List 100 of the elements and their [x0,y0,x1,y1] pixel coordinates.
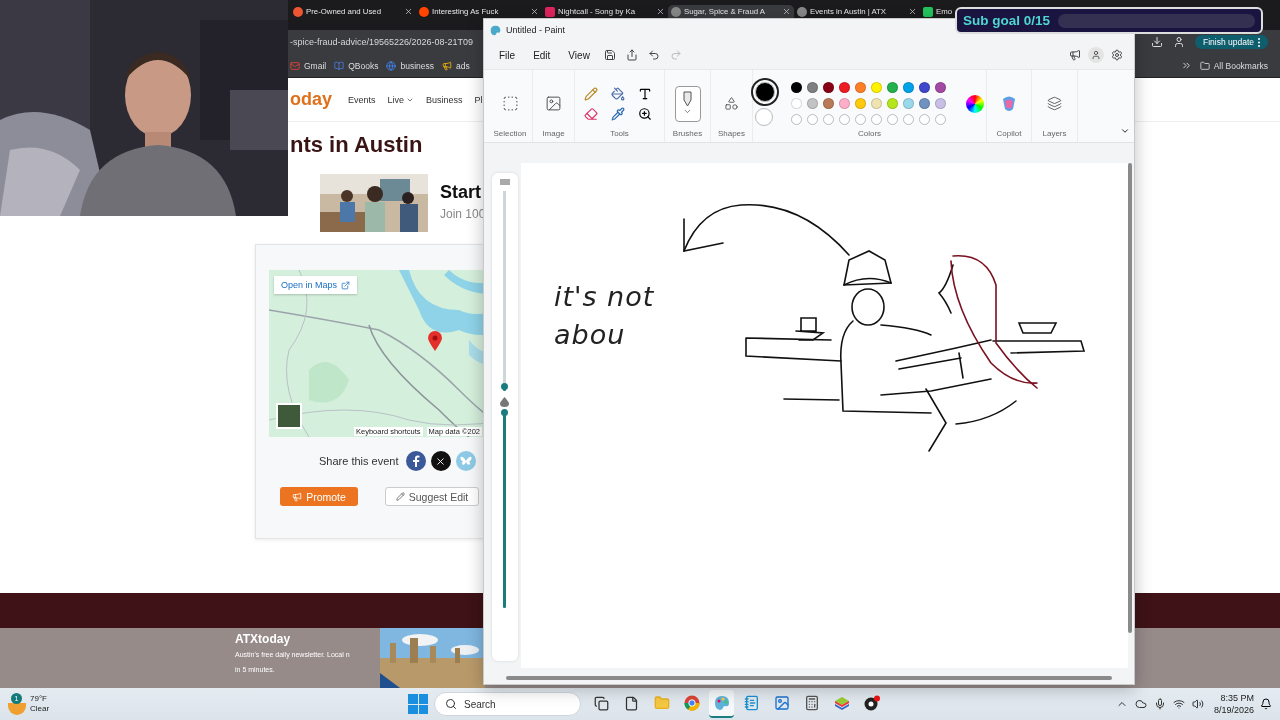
photos-icon [773,695,790,711]
custom-color-slot[interactable] [823,114,834,125]
custom-color-slot[interactable] [887,114,898,125]
custom-color-slot[interactable] [807,114,818,125]
custom-color-slot[interactable] [791,114,802,125]
color-swatch[interactable] [839,82,850,93]
search-field[interactable]: Search [434,692,581,716]
menu-item[interactable]: File [492,46,523,64]
close-icon[interactable] [908,7,917,16]
url-text[interactable]: -spice-fraud-advice/19565226/2026-08-21T09 [290,37,474,47]
group-label: Tools [610,129,629,138]
facebook-button[interactable] [405,451,426,471]
cloud-icon[interactable] [1134,698,1147,710]
x-button[interactable] [430,451,451,471]
x-icon [435,455,446,467]
zoom-icon[interactable] [637,106,652,121]
nav-link[interactable]: Live [387,94,415,105]
color-swatch[interactable] [871,82,882,93]
stack-icon [833,695,850,711]
current-color-swatch[interactable] [755,107,773,126]
nav-link[interactable]: Pl [474,94,483,105]
goal-label: Sub goal 0/15 [963,13,1051,28]
color-swatch[interactable] [935,82,946,93]
custom-color-slot[interactable] [919,114,930,125]
pipette-icon[interactable] [610,106,625,121]
bookmark-link[interactable]: QBooks [334,60,379,71]
color-swatch[interactable] [903,82,914,93]
update-button[interactable]: Finish update [1194,35,1268,49]
close-icon[interactable] [530,7,539,16]
clock-time[interactable]: 8:35 PM [1220,692,1254,704]
wifi-icon[interactable] [1172,698,1185,710]
color-swatch[interactable] [919,98,930,109]
satellite-toggle[interactable] [276,403,302,429]
pencil-icon [395,492,405,501]
document-icon [624,695,639,711]
download-icon[interactable] [1150,36,1163,48]
custom-color-slot[interactable] [903,114,914,125]
favicon-icon [671,6,681,17]
eraser-icon[interactable] [583,106,598,121]
slider-thumb[interactable] [501,383,509,390]
brush-button[interactable] [674,85,701,122]
text-tool-icon[interactable] [637,86,652,101]
expand-ribbon-icon[interactable] [1120,126,1130,136]
nav-link[interactable]: Events [348,94,376,105]
more-bookmarks-icon[interactable] [1180,60,1192,71]
profile-icon[interactable] [1172,36,1185,48]
paint-bucket-icon[interactable] [610,86,625,101]
vertical-scrollbar[interactable] [1128,163,1132,633]
account-button[interactable] [1088,47,1104,63]
custom-color-slot[interactable] [855,114,866,125]
task-view-icon [594,695,609,711]
color-swatch[interactable] [887,82,898,93]
bookmark-link[interactable]: ads [442,60,470,71]
color-swatch[interactable] [791,82,802,93]
color-swatch[interactable] [855,98,866,109]
f-icon [411,455,420,467]
suggest-edit-button[interactable]: Suggest Edit [385,487,479,506]
weather-icon[interactable] [8,703,26,715]
color-swatch[interactable] [807,82,818,93]
pencil-icon[interactable] [583,86,598,101]
custom-color-slot[interactable] [935,114,946,125]
color-swatch[interactable] [807,98,818,109]
slider-thumb[interactable] [501,409,509,416]
color-swatch[interactable] [839,98,850,109]
menu-item[interactable]: Edit [526,46,558,64]
menu-item[interactable]: View [561,46,597,64]
color-swatch[interactable] [887,98,898,109]
size-slider[interactable] [501,191,509,391]
start-button[interactable] [408,694,428,714]
bookmark-link[interactable]: Gmail [290,60,327,71]
color-swatch[interactable] [935,98,946,109]
all-bookmarks-link[interactable]: All Bookmarks [1199,60,1268,71]
color-swatch[interactable] [823,98,834,109]
color-swatch[interactable] [855,82,866,93]
clock-date[interactable]: 8/19/2026 [1213,704,1254,716]
shapes-icon [724,96,739,111]
bookmark-link[interactable]: business [386,60,434,71]
favicon-icon [797,6,807,17]
custom-color-slot[interactable] [871,114,882,125]
custom-color-slot[interactable] [839,114,850,125]
close-icon[interactable] [656,7,665,16]
handwritten-text: it's not abou [553,280,656,352]
color-swatch[interactable] [919,82,930,93]
close-icon[interactable] [404,7,413,16]
volume-icon[interactable] [1191,698,1204,710]
horizontal-scrollbar[interactable] [506,676,1112,680]
microphone-icon[interactable] [1153,698,1166,710]
color-swatch[interactable] [791,98,802,109]
notification-icon[interactable] [1260,698,1272,710]
open-in-maps-link[interactable]: Open in Maps [274,276,358,294]
color-wheel-icon[interactable] [966,94,984,113]
nav-link[interactable]: Business [426,94,463,105]
color-swatch[interactable] [903,98,914,109]
color-swatch[interactable] [823,82,834,93]
drawing-canvas[interactable]: it's not abou [520,163,1128,668]
group-label: Selection [493,129,527,138]
color-swatch[interactable] [871,98,882,109]
copilot-icon[interactable] [1000,94,1018,113]
group-label: Layers [1042,129,1067,138]
close-icon[interactable] [782,7,791,16]
